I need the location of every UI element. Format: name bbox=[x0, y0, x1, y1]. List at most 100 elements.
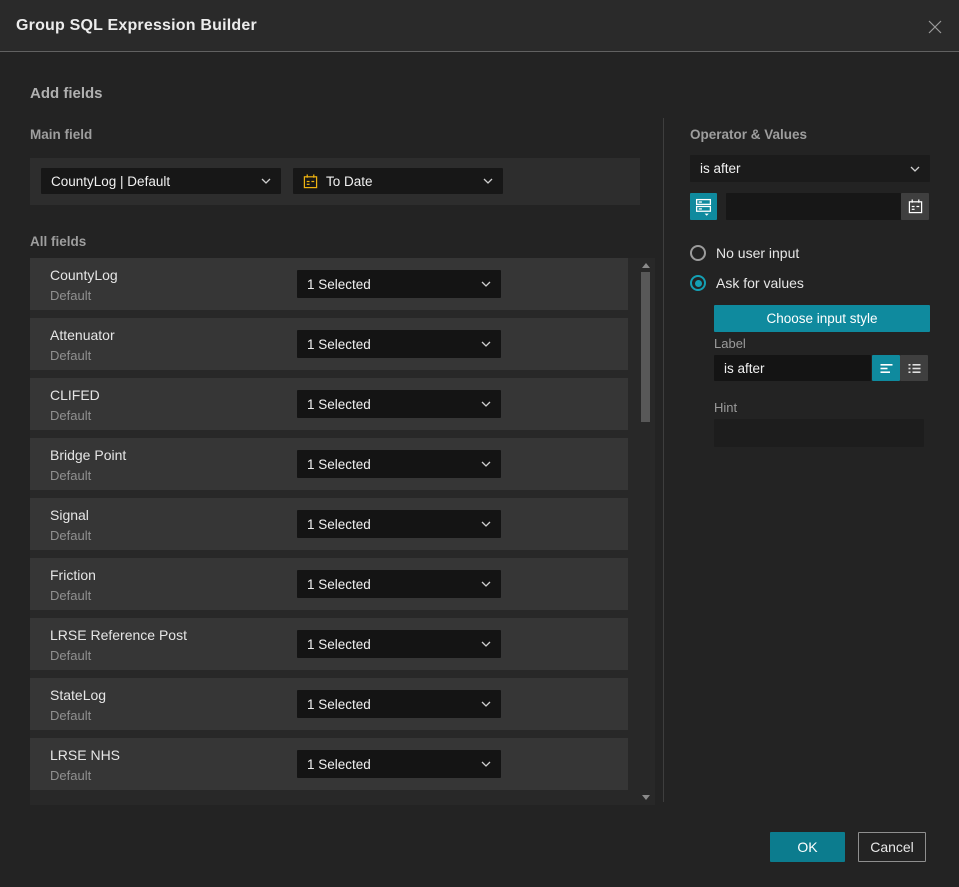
hint-input[interactable] bbox=[714, 419, 924, 447]
chevron-down-icon bbox=[481, 641, 491, 647]
field-name: Friction bbox=[50, 567, 96, 583]
label-input[interactable] bbox=[714, 355, 871, 381]
group-sql-expression-builder-dialog: Group SQL Expression Builder Add fields … bbox=[0, 0, 959, 887]
chevron-down-icon bbox=[481, 341, 491, 347]
field-name: StateLog bbox=[50, 687, 107, 703]
main-field-select-value: CountyLog | Default bbox=[51, 173, 171, 189]
field-name: Attenuator bbox=[50, 327, 115, 343]
chevron-down-icon bbox=[483, 178, 493, 184]
panel-divider bbox=[663, 118, 664, 802]
radio-ask-for-values[interactable]: Ask for values bbox=[690, 275, 804, 291]
main-field-label: Main field bbox=[30, 127, 93, 142]
field-type: Default bbox=[50, 468, 92, 483]
single-value-style-button[interactable] bbox=[872, 355, 900, 381]
add-fields-title: Add fields bbox=[30, 85, 103, 102]
main-field-panel: CountyLog | Default To Date bbox=[30, 158, 640, 205]
list-style-button[interactable] bbox=[900, 355, 928, 381]
field-selected-dropdown[interactable]: 1 Selected bbox=[297, 750, 501, 778]
chevron-down-icon bbox=[910, 166, 920, 172]
radio-no-user-input-label: No user input bbox=[716, 245, 800, 261]
chevron-down-icon bbox=[481, 401, 491, 407]
field-row: Attenuator Default 1 Selected bbox=[30, 318, 628, 370]
radio-ask-for-values-label: Ask for values bbox=[716, 275, 804, 291]
scroll-down-arrow-icon[interactable] bbox=[642, 795, 650, 800]
field-row: StateLog Default 1 Selected bbox=[30, 678, 628, 730]
field-name: LRSE NHS bbox=[50, 747, 121, 763]
cancel-button[interactable]: Cancel bbox=[858, 832, 926, 862]
field-selected-dropdown[interactable]: 1 Selected bbox=[297, 630, 501, 658]
field-row: Bridge Point Default 1 Selected bbox=[30, 438, 628, 490]
close-icon bbox=[928, 20, 942, 34]
field-type: Default bbox=[50, 768, 92, 783]
field-selected-dropdown[interactable]: 1 Selected bbox=[297, 690, 501, 718]
label-field-label: Label bbox=[714, 336, 746, 351]
scrollbar-thumb[interactable] bbox=[641, 272, 650, 422]
unique-values-icon bbox=[695, 198, 712, 216]
list-icon bbox=[908, 363, 920, 373]
chevron-down-icon bbox=[261, 178, 271, 184]
calendar-icon bbox=[303, 173, 318, 188]
field-selected-dropdown[interactable]: 1 Selected bbox=[297, 570, 501, 598]
field-selected-dropdown[interactable]: 1 Selected bbox=[297, 390, 501, 418]
field-row: LRSE NHS Default 1 Selected bbox=[30, 738, 628, 790]
field-name: LRSE Reference Post bbox=[50, 627, 187, 643]
hint-field-label: Hint bbox=[714, 400, 738, 415]
field-name: CLIFED bbox=[50, 387, 100, 403]
field-selected-dropdown[interactable]: 1 Selected bbox=[297, 270, 501, 298]
operator-select-value: is after bbox=[700, 161, 741, 176]
radio-unchecked-icon bbox=[690, 245, 706, 261]
close-button[interactable] bbox=[925, 17, 945, 37]
dialog-title: Group SQL Expression Builder bbox=[16, 16, 257, 34]
main-field-select[interactable]: CountyLog | Default bbox=[41, 168, 281, 194]
field-selected-dropdown[interactable]: 1 Selected bbox=[297, 510, 501, 538]
field-selected-dropdown[interactable]: 1 Selected bbox=[297, 450, 501, 478]
scrollbar[interactable] bbox=[641, 258, 650, 805]
field-selected-value: 1 Selected bbox=[307, 396, 371, 412]
all-fields-list: CountyLog Default 1 Selected Attenuator … bbox=[30, 258, 655, 790]
all-fields-label: All fields bbox=[30, 234, 87, 249]
main-field-date-select[interactable]: To Date bbox=[293, 168, 503, 194]
date-picker-button[interactable] bbox=[901, 193, 929, 220]
main-field-date-select-value: To Date bbox=[326, 173, 373, 189]
field-type: Default bbox=[50, 408, 92, 423]
chevron-down-icon bbox=[481, 281, 491, 287]
field-type: Default bbox=[50, 588, 92, 603]
field-selected-value: 1 Selected bbox=[307, 276, 371, 292]
chevron-down-icon bbox=[481, 761, 491, 767]
operator-select[interactable]: is after bbox=[690, 155, 930, 182]
field-selected-value: 1 Selected bbox=[307, 756, 371, 772]
chevron-down-icon bbox=[481, 461, 491, 467]
field-type: Default bbox=[50, 288, 92, 303]
radio-checked-icon bbox=[690, 275, 706, 291]
value-input[interactable] bbox=[726, 193, 901, 220]
field-selected-value: 1 Selected bbox=[307, 696, 371, 712]
field-type: Default bbox=[50, 528, 92, 543]
radio-no-user-input[interactable]: No user input bbox=[690, 245, 799, 261]
value-input-type-button[interactable] bbox=[690, 193, 717, 220]
field-name: CountyLog bbox=[50, 267, 118, 283]
field-selected-value: 1 Selected bbox=[307, 576, 371, 592]
field-selected-value: 1 Selected bbox=[307, 336, 371, 352]
field-row: CountyLog Default 1 Selected bbox=[30, 258, 628, 310]
field-row: CLIFED Default 1 Selected bbox=[30, 378, 628, 430]
field-row: LRSE Reference Post Default 1 Selected bbox=[30, 618, 628, 670]
field-row: Friction Default 1 Selected bbox=[30, 558, 628, 610]
field-name: Signal bbox=[50, 507, 89, 523]
chevron-down-icon bbox=[481, 701, 491, 707]
scroll-up-arrow-icon[interactable] bbox=[642, 263, 650, 268]
field-selected-dropdown[interactable]: 1 Selected bbox=[297, 330, 501, 358]
field-name: Bridge Point bbox=[50, 447, 127, 463]
ok-button[interactable]: OK bbox=[770, 832, 845, 862]
field-selected-value: 1 Selected bbox=[307, 516, 371, 532]
all-fields-panel: CountyLog Default 1 Selected Attenuator … bbox=[30, 258, 655, 805]
field-selected-value: 1 Selected bbox=[307, 456, 371, 472]
chevron-down-icon bbox=[481, 521, 491, 527]
field-type: Default bbox=[50, 348, 92, 363]
calendar-icon bbox=[908, 199, 922, 214]
field-selected-value: 1 Selected bbox=[307, 636, 371, 652]
choose-input-style-button[interactable]: Choose input style bbox=[714, 305, 930, 332]
field-type: Default bbox=[50, 708, 92, 723]
field-row: Signal Default 1 Selected bbox=[30, 498, 628, 550]
chevron-down-icon bbox=[481, 581, 491, 587]
field-type: Default bbox=[50, 648, 92, 663]
